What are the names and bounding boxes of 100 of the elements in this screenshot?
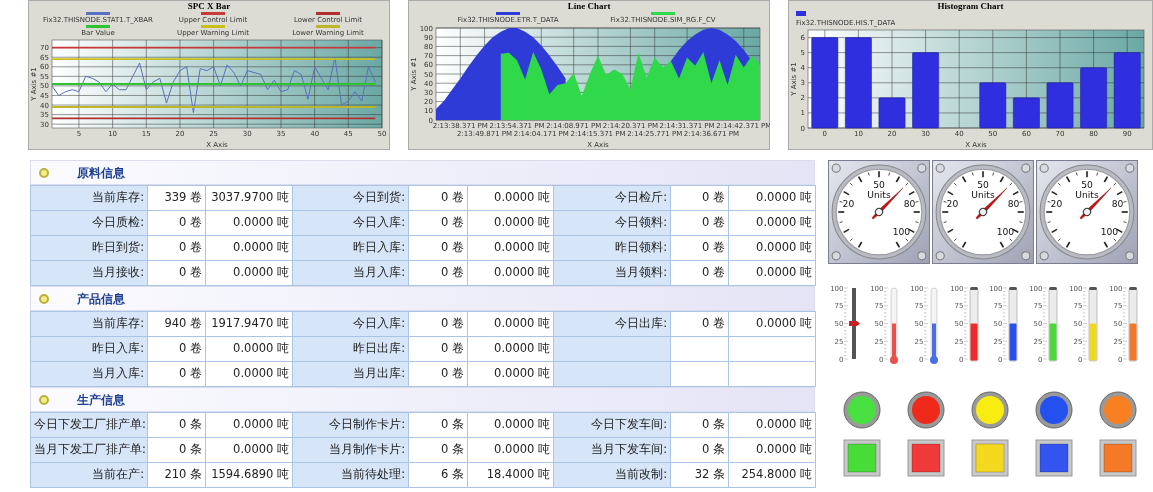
count-value: 0 卷 (408, 311, 468, 337)
weight-value: 0.0000 吨 (467, 260, 554, 286)
weight-value: 0.0000 吨 (467, 311, 554, 337)
chart-title: SPC X Bar (187, 1, 231, 11)
section-title: 产品信息 (77, 290, 125, 308)
field-label: 当月领料: (553, 260, 671, 286)
tube-cap (969, 287, 978, 290)
count-value: 0 条 (147, 412, 206, 438)
gauge-scale-label: 20 (946, 197, 959, 209)
table-cell (670, 336, 729, 362)
legend-swatch (651, 12, 675, 15)
weight-value: 0.0000 吨 (205, 437, 293, 463)
count-value: 0 条 (670, 437, 729, 463)
bullet-icon (39, 167, 49, 178)
field-label: 今日到货: (292, 185, 409, 211)
field-label: 今日领料: (553, 210, 671, 236)
field-label: 当前改制: (553, 462, 671, 488)
weight-value: 0.0000 吨 (205, 336, 293, 362)
field-label: 当月下发车间: (553, 437, 671, 463)
weight-value: 0.0000 吨 (728, 311, 816, 337)
field-label: 昨日领料: (553, 235, 671, 261)
gauge-scale-label: 100 (1100, 226, 1119, 238)
count-value: 210 条 (147, 462, 206, 488)
field-label: 昨日入库: (292, 235, 409, 261)
field-label: 今日制作卡片: (292, 412, 409, 438)
field-label: 今日检斤: (553, 185, 671, 211)
field-label: 今日下发工厂排产单: (30, 412, 148, 438)
histogram-bar (1080, 67, 1107, 129)
weight-value: 0.0000 吨 (205, 235, 293, 261)
count-value: 0 条 (670, 412, 729, 438)
count-value: 0 条 (408, 412, 468, 438)
chart-title: Line Chart (567, 1, 611, 11)
weight-value: 0.0000 吨 (467, 185, 554, 211)
count-value: 339 卷 (147, 185, 206, 211)
round-lamp (1099, 391, 1137, 429)
legend-swatch (201, 25, 225, 28)
gauge-scale-label: 50 (977, 178, 989, 190)
gauge-scale-label: 100 (892, 226, 911, 238)
count-value: 0 卷 (408, 260, 468, 286)
gauge-scale-label: 80 (903, 197, 916, 209)
count-value: 0 卷 (408, 235, 468, 261)
round-lamp (1035, 391, 1073, 429)
field-label: 当前库存: (30, 185, 148, 211)
gauge-scale-label: 50 (873, 178, 885, 190)
round-lamp (907, 391, 945, 429)
gauge-scale-label: 80 (1111, 197, 1124, 209)
field-label: 今日质检: (30, 210, 148, 236)
square-lamp (843, 439, 881, 477)
count-value: 0 卷 (147, 210, 206, 236)
count-value: 0 条 (147, 437, 206, 463)
weight-value: 0.0000 吨 (728, 185, 816, 211)
count-value: 0 卷 (670, 311, 729, 337)
histogram-bar (878, 97, 906, 129)
weight-value: 0.0000 吨 (205, 361, 293, 387)
field-label: 当月下发工厂排产单: (30, 437, 148, 463)
gauge-scale-label: 80 (1007, 197, 1020, 209)
gauge-scale-label: 100 (996, 226, 1015, 238)
section-title: 原料信息 (77, 164, 125, 182)
chart-title: Histogram Chart (937, 1, 1004, 11)
weight-value: 1917.9470 吨 (205, 311, 293, 337)
count-value: 32 条 (670, 462, 729, 488)
count-value: 0 卷 (408, 210, 468, 236)
field-label: 今日出库: (553, 311, 671, 337)
field-label: 当月制作卡片: (292, 437, 409, 463)
field-label: 昨日入库: (30, 336, 148, 362)
field-label: 今日入库: (292, 311, 409, 337)
histogram-bar (979, 82, 1007, 129)
weight-value: 0.0000 吨 (728, 412, 816, 438)
weight-value: 18.4000 吨 (467, 462, 554, 488)
count-value: 0 卷 (408, 361, 468, 387)
tube-cap (1009, 287, 1018, 290)
count-value: 0 条 (408, 437, 468, 463)
section-title: 生产信息 (77, 391, 125, 409)
weight-value: 0.0000 吨 (467, 412, 554, 438)
round-lamp (971, 391, 1009, 429)
weight-value: 0.0000 吨 (205, 260, 293, 286)
count-value: 0 卷 (670, 235, 729, 261)
gauge-unit-label: Units (1075, 188, 1099, 200)
legend-swatch (496, 12, 520, 15)
count-value: 0 卷 (147, 260, 206, 286)
field-label: 当月出库: (292, 361, 409, 387)
weight-value: 0.0000 吨 (728, 210, 816, 236)
weight-value: 0.0000 吨 (467, 210, 554, 236)
field-label: 今日下发车间: (553, 412, 671, 438)
legend-swatch (86, 12, 110, 15)
count-value: 6 条 (408, 462, 468, 488)
weight-value: 0.0000 吨 (728, 260, 816, 286)
tube-cap (1089, 287, 1098, 290)
weight-value: 0.0000 吨 (467, 361, 554, 387)
count-value: 0 卷 (147, 235, 206, 261)
weight-value: 0.0000 吨 (467, 437, 554, 463)
field-label: 当前在产: (30, 462, 148, 488)
weight-value: 254.8000 吨 (728, 462, 816, 488)
count-value: 940 卷 (147, 311, 206, 337)
legend-swatch (316, 12, 340, 15)
histogram-bar (1013, 97, 1040, 129)
field-label: 当月入库: (30, 361, 148, 387)
legend-swatch (201, 12, 225, 15)
gauge-unit-label: Units (971, 188, 995, 200)
round-lamp (843, 391, 881, 429)
